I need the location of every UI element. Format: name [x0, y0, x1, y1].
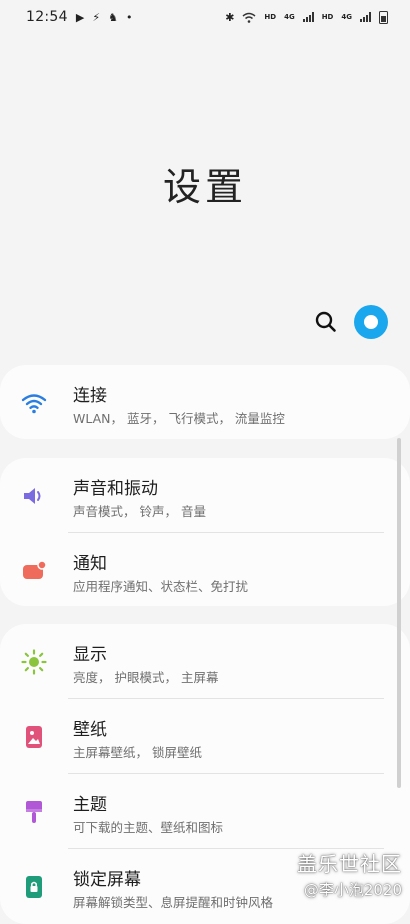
network-type-badge-2: 4G	[341, 13, 352, 21]
account-avatar-icon	[364, 315, 378, 329]
settings-item-connections[interactable]: 连接 WLAN， 蓝牙， 飞行模式， 流量监控	[0, 365, 410, 439]
search-icon	[315, 311, 336, 332]
theme-brush-icon	[26, 801, 42, 823]
settings-group-sound: 声音和振动 声音模式， 铃声， 音量 通知 应用程序通知、状态栏、免打扰	[0, 458, 410, 606]
hd-badge-2: HD	[321, 13, 334, 21]
settings-item-title: 声音和振动	[73, 479, 158, 499]
settings-item-subtitle: 应用程序通知、状态栏、免打扰	[73, 579, 249, 594]
wifi-status-icon	[242, 12, 256, 23]
watermark-author: @李小泡2020	[303, 881, 402, 899]
search-button[interactable]	[312, 308, 340, 336]
wifi-icon	[21, 394, 47, 414]
settings-item-notifications[interactable]: 通知 应用程序通知、状态栏、免打扰	[0, 533, 410, 607]
flash-notification-icon: ⚡	[92, 10, 101, 24]
more-notifications-dot-icon: •	[125, 10, 133, 24]
signal-icon	[302, 12, 314, 22]
brightness-icon	[21, 649, 47, 675]
watermark: 盖乐世社区 @李小泡2020	[297, 848, 402, 900]
settings-item-title: 主题	[73, 795, 107, 815]
bluetooth-icon: ✱	[225, 10, 235, 24]
hd-badge: HD	[264, 13, 277, 21]
network-type-badge: 4G	[284, 13, 295, 21]
status-time: 12:54	[26, 9, 68, 25]
settings-item-title: 连接	[73, 386, 107, 406]
settings-item-subtitle: 声音模式， 铃声， 音量	[73, 504, 206, 519]
settings-item-title: 显示	[73, 645, 107, 665]
settings-item-subtitle: WLAN， 蓝牙， 飞行模式， 流量监控	[73, 411, 285, 426]
signal-icon-2	[360, 12, 371, 22]
settings-item-subtitle: 亮度， 护眼模式， 主屏幕	[73, 670, 219, 685]
play-store-notification-icon: ▶	[75, 10, 85, 24]
samsung-account-button[interactable]	[354, 305, 388, 339]
settings-item-sound-vibration[interactable]: 声音和振动 声音模式， 铃声， 音量	[0, 458, 410, 532]
scrollbar[interactable]	[397, 438, 401, 788]
wallpaper-icon	[26, 726, 42, 748]
watermark-community: 盖乐世社区	[297, 852, 402, 876]
app-notification-icon: ♞	[108, 10, 118, 24]
settings-item-subtitle: 屏幕解锁类型、息屏提醒和时钟风格	[73, 895, 274, 910]
settings-item-title: 锁定屏幕	[73, 870, 141, 890]
settings-item-title: 通知	[73, 554, 107, 574]
settings-item-themes[interactable]: 主题 可下载的主题、壁纸和图标	[0, 774, 410, 848]
settings-item-subtitle: 主屏幕壁纸， 锁屏壁纸	[73, 745, 202, 760]
settings-item-title: 壁纸	[73, 720, 107, 740]
speaker-icon	[24, 488, 41, 504]
page-title: 设置	[162, 165, 247, 209]
lock-icon	[26, 876, 42, 898]
status-bar: 12:54 ▶ ⚡ ♞ • ✱ HD 4G HD 4G	[0, 0, 410, 34]
settings-item-subtitle: 可下载的主题、壁纸和图标	[73, 820, 224, 835]
settings-group-connections: 连接 WLAN， 蓝牙， 飞行模式， 流量监控	[0, 365, 410, 439]
settings-item-display[interactable]: 显示 亮度， 护眼模式， 主屏幕	[0, 624, 410, 698]
settings-item-wallpaper[interactable]: 壁纸 主屏幕壁纸， 锁屏壁纸	[0, 699, 410, 773]
battery-icon	[379, 10, 388, 24]
notification-icon	[23, 560, 47, 579]
